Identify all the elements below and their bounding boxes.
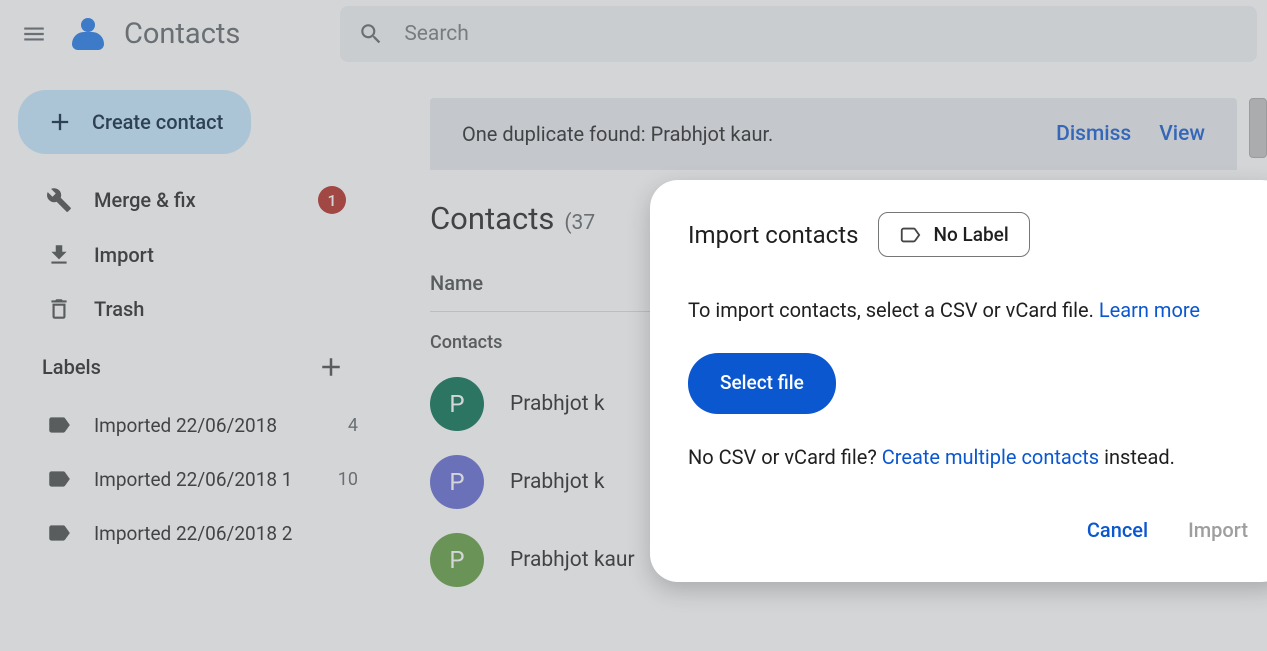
chip-label: No Label	[933, 223, 1008, 246]
dialog-title: Import contacts	[688, 221, 858, 249]
label-selector-chip[interactable]: No Label	[878, 212, 1029, 257]
import-button: Import	[1184, 510, 1252, 550]
create-multiple-link[interactable]: Create multiple contacts	[882, 445, 1099, 469]
label-outline-icon	[899, 224, 921, 246]
cancel-button[interactable]: Cancel	[1083, 510, 1152, 550]
import-contacts-dialog: Import contacts No Label To import conta…	[650, 180, 1267, 582]
dialog-description: To import contacts, select a CSV or vCar…	[688, 295, 1252, 325]
select-file-button[interactable]: Select file	[688, 353, 836, 414]
no-file-text: No CSV or vCard file? Create multiple co…	[688, 442, 1252, 472]
learn-more-link[interactable]: Learn more	[1099, 298, 1200, 322]
